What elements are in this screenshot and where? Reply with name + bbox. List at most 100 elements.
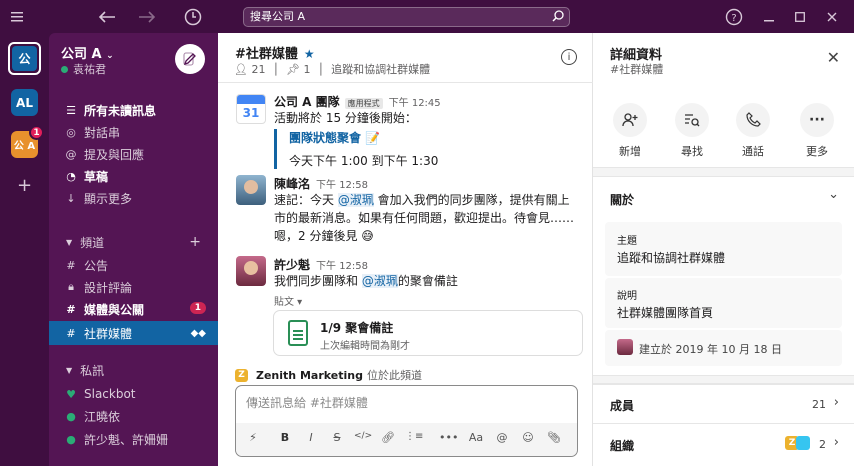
channel-title[interactable]: #社群媒體 ★ [235,43,315,62]
description-box[interactable]: 說明 社群媒體團隊首頁 [605,278,842,328]
members-count: 21 [812,398,826,411]
message-sender[interactable]: 陳峰洺 下午 12:58 [274,175,368,192]
search-bar[interactable]: 搜尋公司 A [243,7,570,27]
chevron-down-icon[interactable]: ⌄ [828,187,839,202]
topic-box[interactable]: 主題 追蹤和協調社群媒體 [605,222,842,276]
shortcuts-icon[interactable]: ⚡︎ [244,431,262,444]
compose-icon [183,52,196,66]
close-window-icon[interactable] [821,6,843,28]
avatar[interactable] [236,175,266,205]
org-logos: Z [785,436,810,450]
italic-icon[interactable]: I [302,431,320,444]
channels-section-header[interactable]: ▼ 頻道 + [49,231,218,253]
sidebar-item-threads[interactable]: ◎ 對話串 [49,121,218,143]
channel-topic[interactable]: 追蹤和協調社群媒體 [331,63,430,76]
drafts-icon: ◔ [66,169,76,183]
user-mention[interactable]: @淑珮 [337,193,374,207]
event-time: 今天下午 1:00 到下午 1:30 [289,154,439,168]
about-header[interactable]: 關於 [610,191,634,208]
presence-dot [61,66,68,73]
find-button[interactable] [675,103,709,137]
code-icon[interactable]: </> [354,431,372,441]
message-sender[interactable]: 公司 A 團隊 應用程式 下午 12:45 [274,93,441,110]
mention-icon[interactable]: @ [493,431,511,444]
close-icon[interactable]: ✕ [827,48,840,67]
app-in-channel-note: Z Zenith Marketing 位於此頻道 [235,367,422,383]
dm-section-header[interactable]: ▼ 私訊 [49,359,218,381]
star-icon[interactable]: ★ [304,47,315,61]
details-subtitle: #社群媒體 [610,63,664,76]
phone-icon [746,112,761,127]
forward-arrow-icon[interactable] [136,6,158,28]
event-title[interactable]: 團隊狀態聚會 📝 [289,129,438,146]
topic-label: 主題 [617,236,637,247]
sidebar-item-show-more[interactable]: ↓ 顯示更多 [49,187,218,209]
more-formatting-icon[interactable]: ••• [439,431,458,444]
add-person-icon [622,113,638,127]
organizations-row[interactable]: 組織 Z 2 › [593,423,854,463]
emoji-icon[interactable]: ☺ [519,431,537,444]
description-value: 社群媒體團隊首頁 [617,306,714,320]
message-time[interactable]: 下午 12:45 [389,98,441,109]
message-time[interactable]: 下午 12:58 [316,180,368,191]
call-button[interactable] [736,103,770,137]
message-input[interactable] [246,396,566,410]
created-date: 建立於 2019 年 10 月 18 日 [639,343,782,356]
maximize-icon[interactable] [789,6,811,28]
members-icon[interactable]: 👤︎ [234,63,248,76]
workspace-switcher-active[interactable]: 公 [8,42,41,75]
user-mention[interactable]: @淑珮 [361,274,398,288]
workspace-name[interactable]: 公司 A ⌄ [61,43,114,62]
app-name[interactable]: Zenith Marketing [256,369,363,382]
member-count[interactable]: 21 [251,63,265,76]
info-icon[interactable]: i [561,49,577,65]
sidebar-item-dm[interactable]: ● 江曉依 [49,405,218,427]
add-channel-icon[interactable]: + [189,234,201,250]
sidebar-item-channel-selected[interactable]: # 社群媒體 ◆◆ [49,321,218,345]
link-icon[interactable]: 🔗︎ [379,431,397,444]
sidebar-item-channel[interactable]: # 媒體與公關 1 [49,298,218,320]
attachment-icon[interactable]: 📎︎ [545,431,563,444]
call-label: 通話 [742,145,764,158]
pin-count[interactable]: 1 [304,63,311,76]
message-time[interactable]: 下午 12:58 [316,261,368,272]
sidebar-item-channel[interactable]: 🔒︎ 設計評論 [49,276,218,298]
text-format-icon[interactable]: Aa [467,431,485,444]
bold-icon[interactable]: B [276,431,294,444]
sidebar-item-mentions[interactable]: @ 提及與回應 [49,143,218,165]
more-label: 更多 [806,145,828,158]
help-icon[interactable]: ? [723,6,745,28]
description-label: 說明 [617,291,637,302]
file-card[interactable]: 1/9 聚會備註 上次編輯時間為剛才 [273,310,583,356]
add-workspace-icon[interactable]: + [17,175,32,196]
menu-icon[interactable] [6,6,28,28]
sidebar-item-drafts[interactable]: ◔ 草稿 [49,165,218,187]
sidebar-item-unreads[interactable]: ☰ 所有未讀訊息 [49,99,218,121]
members-row[interactable]: 成員 21 › [593,383,854,423]
hash-icon: # [66,326,76,340]
more-button[interactable]: ··· [800,103,834,137]
back-arrow-icon[interactable] [96,6,118,28]
pin-icon[interactable]: 📌︎ [286,63,300,76]
avatar[interactable] [236,256,266,286]
file-type-label[interactable]: 貼文 ▾ [274,293,302,308]
threads-icon: ◎ [66,125,76,139]
unread-badge: 1 [29,125,44,140]
sidebar-item-dm[interactable]: ● 許少魁、許姍姍 [49,428,218,450]
workspace-switcher[interactable]: 公 A 1 [11,125,44,158]
zenith-app-icon: Z [235,368,248,382]
compose-button[interactable] [175,44,205,74]
add-member-button[interactable] [613,103,647,137]
numbered-list-icon[interactable]: ⋮≡ [405,431,423,442]
sidebar-item-dm[interactable]: ♥ Slackbot [49,383,218,405]
workspace-switcher[interactable]: AL [11,89,38,116]
minimize-icon[interactable] [758,6,780,28]
more-icon: ··· [809,112,825,128]
calendar-app-avatar[interactable]: 31 [236,94,266,124]
strikethrough-icon[interactable]: S [328,431,346,444]
sidebar-item-channel[interactable]: # 公告 [49,254,218,276]
message-sender[interactable]: 許少魁 下午 12:58 [274,256,368,273]
presence-dot: ● [66,432,76,446]
history-clock-icon[interactable] [182,6,204,28]
workspace-initials: 公 A [13,141,36,152]
